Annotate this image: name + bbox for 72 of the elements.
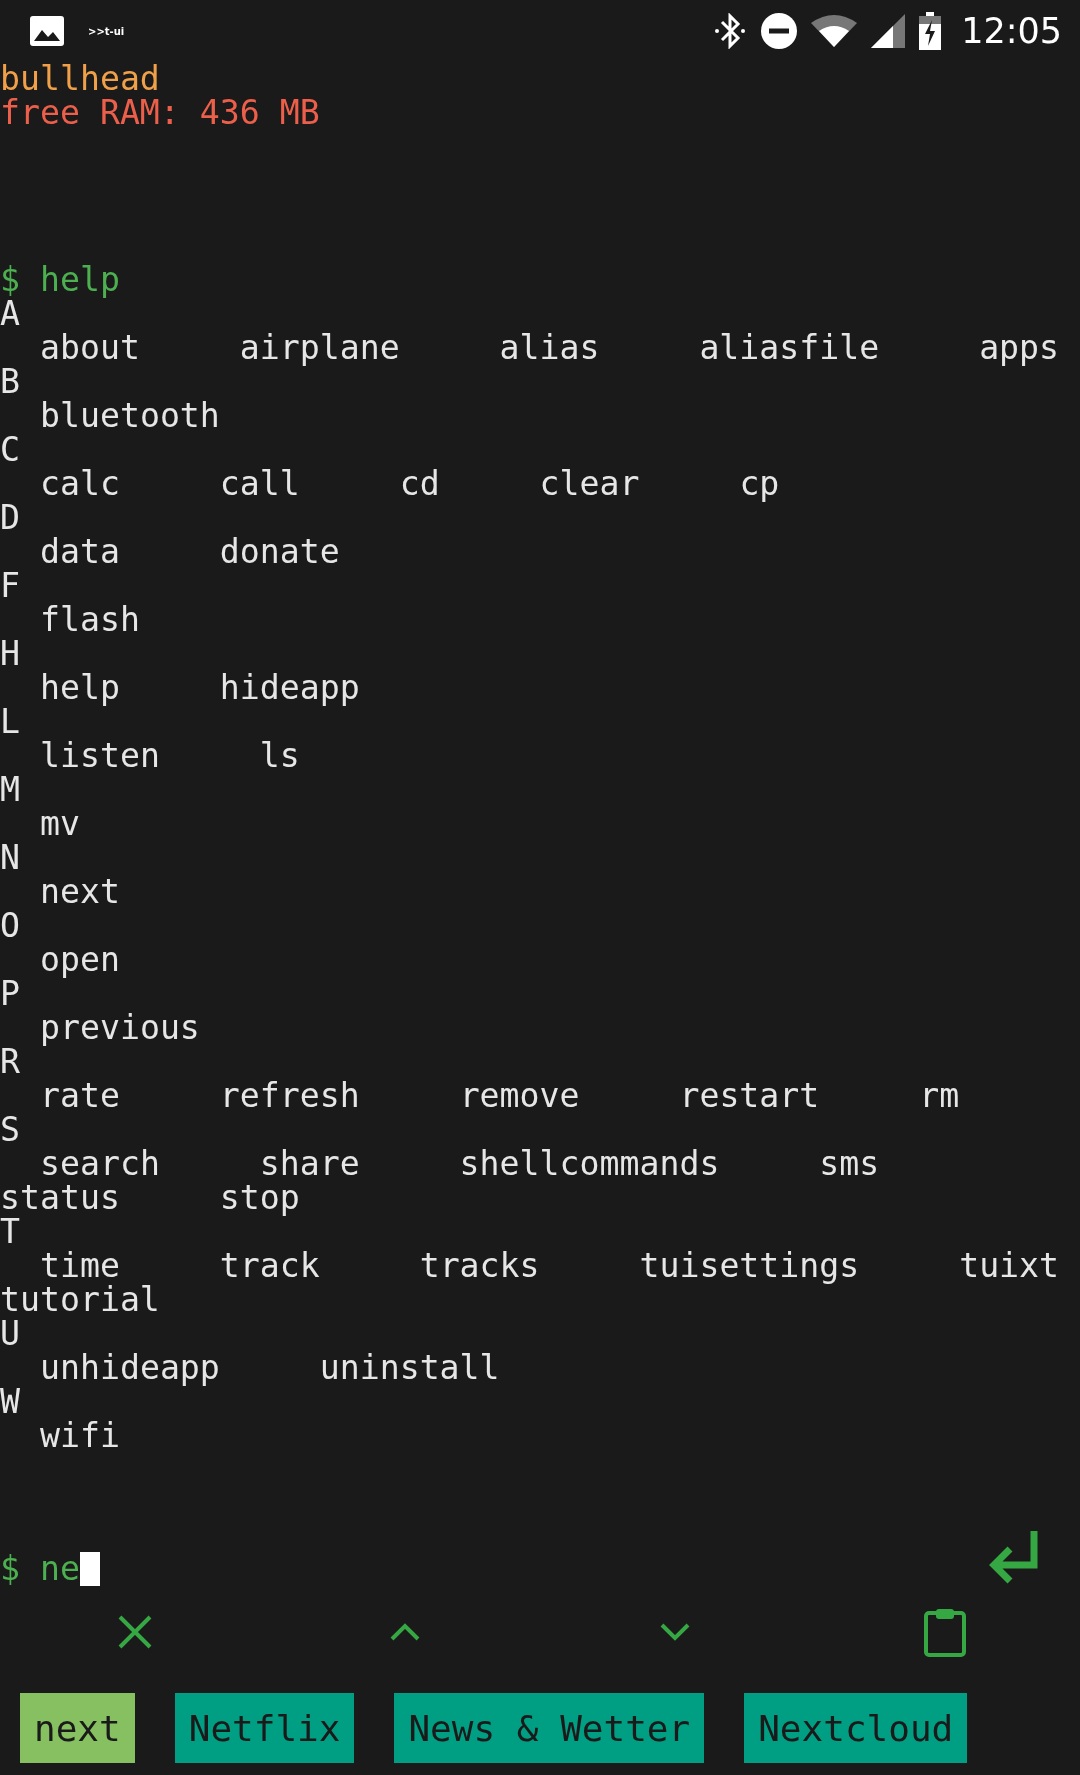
command-name: ls bbox=[259, 736, 300, 775]
group-letter: L bbox=[0, 705, 20, 739]
suggestion-button[interactable]: Nextcloud bbox=[744, 1693, 968, 1763]
command-name: cp bbox=[739, 464, 780, 503]
group-letter: H bbox=[0, 637, 20, 671]
command-line: $ help bbox=[0, 263, 121, 297]
command-name: unhideapp bbox=[40, 1348, 220, 1387]
command-name: calc bbox=[40, 464, 120, 503]
signal-icon bbox=[871, 14, 906, 48]
device-name: bullhead bbox=[0, 62, 161, 96]
group-letter: R bbox=[0, 1045, 20, 1079]
command-name: sms bbox=[819, 1144, 880, 1183]
clipboard-icon[interactable] bbox=[924, 1607, 966, 1657]
suggestion-button[interactable]: next bbox=[20, 1693, 135, 1763]
command-name: refresh bbox=[219, 1076, 360, 1115]
group-letter: A bbox=[0, 297, 20, 331]
battery-charging-icon bbox=[919, 12, 942, 50]
command-name: aliasfile bbox=[699, 328, 880, 367]
up-chevron-icon[interactable] bbox=[390, 1623, 420, 1641]
command-name: apps bbox=[979, 328, 1060, 367]
command-name: cd bbox=[399, 464, 440, 503]
command-name: airplane bbox=[239, 328, 400, 367]
command-name: open bbox=[40, 940, 120, 979]
command-name: data bbox=[40, 532, 120, 571]
command-name: wifi bbox=[40, 1416, 120, 1455]
command-name: mv bbox=[40, 804, 80, 843]
free-ram: free RAM: 436 MB bbox=[0, 96, 321, 130]
group-letter: O bbox=[0, 909, 20, 943]
bluetooth-icon bbox=[713, 13, 748, 49]
command-name: rate bbox=[40, 1076, 120, 1115]
suggestion-button[interactable]: News & Wetter bbox=[394, 1693, 705, 1763]
command-name: bluetooth bbox=[40, 396, 220, 435]
group-letter: P bbox=[0, 977, 20, 1011]
input-field[interactable]: $ ne bbox=[0, 1552, 100, 1586]
command-name: tuisettings bbox=[639, 1246, 860, 1285]
group-letter: B bbox=[0, 365, 20, 399]
do-not-disturb-icon bbox=[761, 13, 798, 49]
command-name: next bbox=[40, 872, 120, 911]
suggestion-button[interactable]: Netflix bbox=[174, 1693, 355, 1763]
command-name: call bbox=[219, 464, 300, 503]
command-name: clear bbox=[539, 464, 640, 503]
group-letter: C bbox=[0, 433, 20, 467]
group-letter: S bbox=[0, 1113, 20, 1147]
app-label: >>t-ui bbox=[88, 25, 125, 37]
group-letter: W bbox=[0, 1385, 20, 1419]
group-letter: U bbox=[0, 1317, 20, 1351]
down-chevron-icon[interactable] bbox=[660, 1623, 690, 1641]
command-name: remove bbox=[459, 1076, 580, 1115]
command-name: donate bbox=[219, 532, 340, 571]
image-icon bbox=[30, 16, 64, 46]
command-name: uninstall bbox=[319, 1348, 500, 1387]
command-name: tracks bbox=[419, 1246, 540, 1285]
wifi-icon bbox=[811, 15, 858, 47]
command-name: flash bbox=[40, 600, 140, 639]
command-name: restart bbox=[679, 1076, 820, 1115]
command-name: rm bbox=[919, 1076, 960, 1115]
command-name: alias bbox=[499, 328, 600, 367]
group-letter: D bbox=[0, 501, 20, 535]
command-name: track bbox=[219, 1246, 320, 1285]
group-letter: M bbox=[0, 773, 20, 807]
group-letter: T bbox=[0, 1215, 20, 1249]
command-name: tuixt bbox=[959, 1246, 1060, 1285]
command-name: about bbox=[40, 328, 140, 367]
command-name: listen bbox=[40, 736, 160, 775]
command-name: hideapp bbox=[219, 668, 360, 707]
group-letter: F bbox=[0, 569, 20, 603]
command-name: shellcommands bbox=[459, 1144, 720, 1183]
command-name: help bbox=[40, 668, 120, 707]
clock: 12:05 bbox=[961, 11, 1062, 51]
group-letter: N bbox=[0, 841, 20, 875]
close-icon[interactable] bbox=[117, 1614, 153, 1650]
command-name: previous bbox=[40, 1008, 200, 1047]
